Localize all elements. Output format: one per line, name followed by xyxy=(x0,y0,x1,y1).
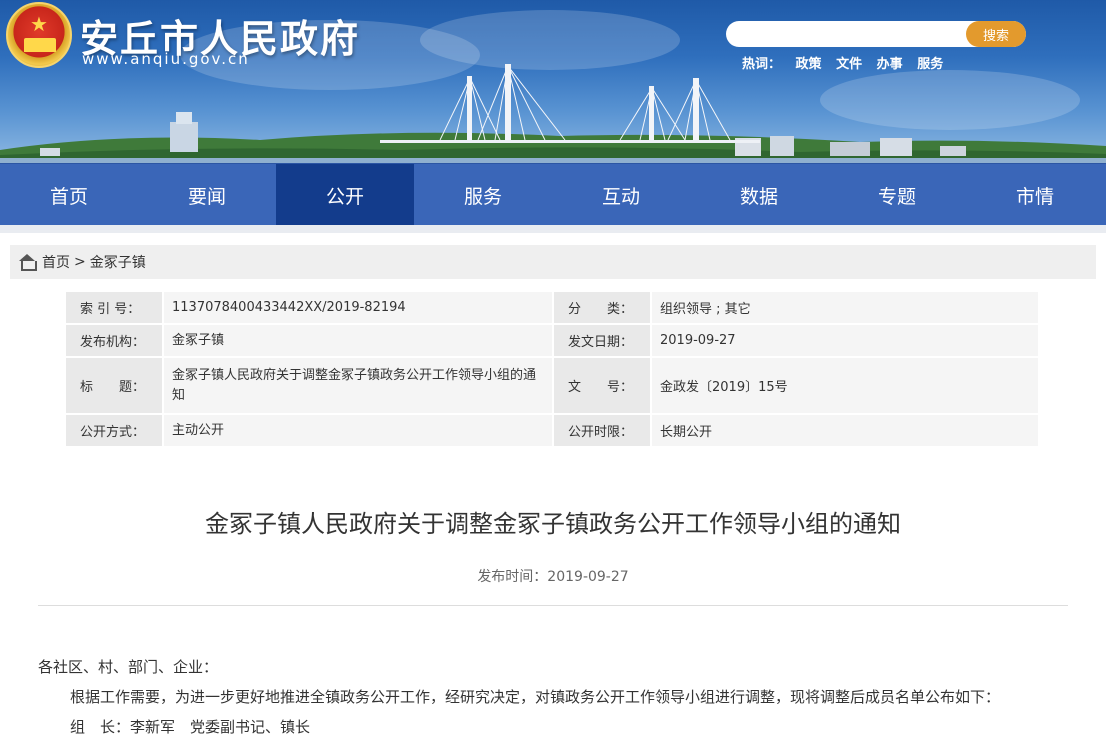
breadcrumb-separator: > xyxy=(74,254,86,270)
index-number-value: 1137078400433442XX/2019-82194 xyxy=(164,292,554,325)
article-paragraph: 根据工作需要，为进一步更好地推进全镇政务公开工作，经研究决定，对镇政务公开工作领… xyxy=(70,688,1001,706)
issue-date-value: 2019-09-27 xyxy=(652,325,1040,358)
header-banner: ★ 安丘市人民政府 www.anqiu.gov.cn 搜索 热词： 政策 文件 … xyxy=(0,0,1106,163)
doc-number-label: 文 号： xyxy=(554,358,652,415)
article-title: 金冢子镇人民政府关于调整金冢子镇政务公开工作领导小组的通知 xyxy=(205,510,901,538)
nav-item-interaction[interactable]: 互动 xyxy=(552,164,690,226)
search-box: 搜索 xyxy=(726,21,1026,47)
doc-number-value: 金政发〔2019〕15号 xyxy=(652,358,1040,415)
hot-word-documents[interactable]: 文件 xyxy=(836,57,862,72)
index-number-label: 索 引 号： xyxy=(66,292,164,325)
publisher-value: 金冢子镇 xyxy=(164,325,554,358)
hot-words: 热词： 政策 文件 办事 服务 xyxy=(742,53,953,72)
title-label: 标 题： xyxy=(66,358,164,415)
disclosure-period-label: 公开时限： xyxy=(554,415,652,448)
info-row: 发布机构： 金冢子镇 发文日期： 2019-09-27 xyxy=(66,325,1040,358)
hot-word-services[interactable]: 服务 xyxy=(917,57,943,72)
hot-word-affairs[interactable]: 办事 xyxy=(877,57,903,72)
article-divider xyxy=(38,605,1068,606)
document-info-table: 索 引 号： 1137078400433442XX/2019-82194 分 类… xyxy=(66,292,1040,448)
info-row: 公开方式： 主动公开 公开时限： 长期公开 xyxy=(66,415,1040,448)
nav-item-public[interactable]: 公开 xyxy=(276,164,414,226)
disclosure-period-value: 长期公开 xyxy=(652,415,1040,448)
site-url: www.anqiu.gov.cn xyxy=(82,50,250,68)
nav-item-news[interactable]: 要闻 xyxy=(138,164,276,226)
search-button[interactable]: 搜索 xyxy=(966,21,1026,47)
nav-item-home[interactable]: 首页 xyxy=(0,164,138,226)
national-emblem-logo: ★ xyxy=(6,2,72,68)
hot-word-policy[interactable]: 政策 xyxy=(796,57,822,72)
info-row: 索 引 号： 1137078400433442XX/2019-82194 分 类… xyxy=(66,292,1040,325)
search-input[interactable] xyxy=(736,24,961,44)
breadcrumb-home[interactable]: 首页 xyxy=(42,252,70,272)
info-row: 标 题： 金冢子镇人民政府关于调整金冢子镇政务公开工作领导小组的通知 文 号： … xyxy=(66,358,1040,415)
nav-item-topics[interactable]: 专题 xyxy=(828,164,966,226)
publish-time: 发布时间：2019-09-27 xyxy=(477,569,629,585)
breadcrumb: 首页 > 金冢子镇 xyxy=(10,245,1096,279)
hot-words-label: 热词： xyxy=(742,57,782,72)
breadcrumb-current[interactable]: 金冢子镇 xyxy=(90,252,146,272)
article-paragraph: 组 长：李新军 党委副书记、镇长 xyxy=(70,718,311,736)
title-value: 金冢子镇人民政府关于调整金冢子镇政务公开工作领导小组的通知 xyxy=(164,358,554,415)
nav-item-city-info[interactable]: 市情 xyxy=(966,164,1104,226)
category-label: 分 类： xyxy=(554,292,652,325)
category-value: 组织领导 ; 其它 xyxy=(652,292,1040,325)
issue-date-label: 发文日期： xyxy=(554,325,652,358)
nav-item-data[interactable]: 数据 xyxy=(690,164,828,226)
main-nav: 首页 要闻 公开 服务 互动 数据 专题 市情 xyxy=(0,163,1106,226)
article-body: 各社区、村、部门、企业： 根据工作需要，为进一步更好地推进全镇政务公开工作，经研… xyxy=(38,652,1078,742)
publisher-label: 发布机构： xyxy=(66,325,164,358)
nav-divider xyxy=(0,225,1106,233)
nav-item-services[interactable]: 服务 xyxy=(414,164,552,226)
article-salutation: 各社区、村、部门、企业： xyxy=(38,658,219,676)
home-icon xyxy=(18,254,37,271)
disclosure-method-label: 公开方式： xyxy=(66,415,164,448)
disclosure-method-value: 主动公开 xyxy=(164,415,554,448)
